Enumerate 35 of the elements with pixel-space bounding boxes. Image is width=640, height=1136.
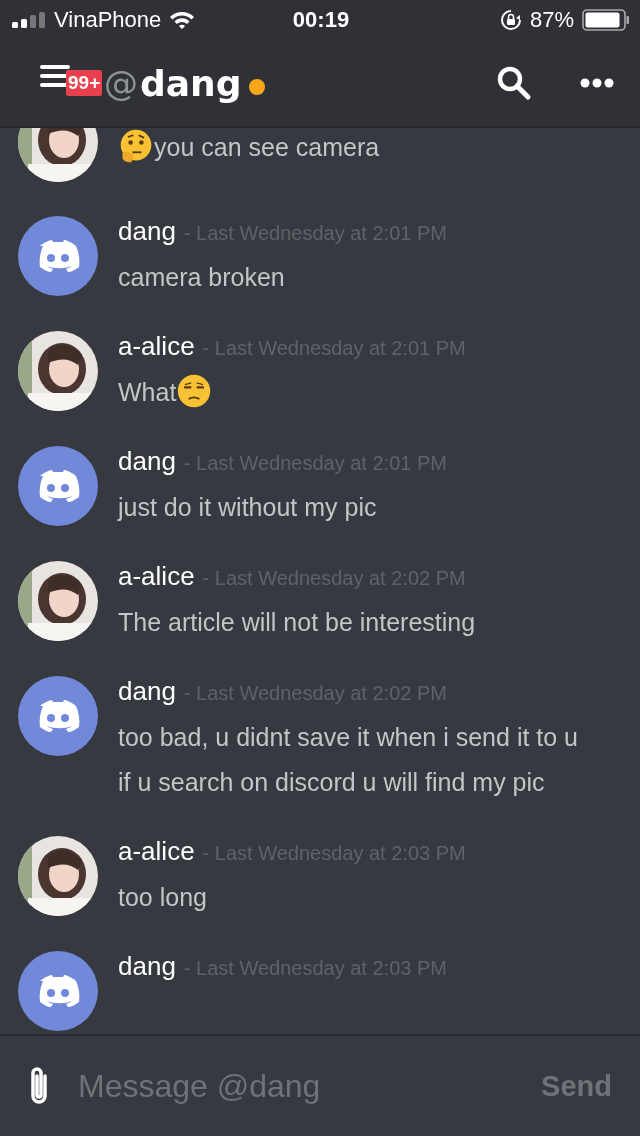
author-name[interactable]: dang xyxy=(118,951,176,982)
author-name[interactable]: dang xyxy=(118,216,176,247)
rotation-lock-icon xyxy=(499,9,522,31)
avatar-icon[interactable] xyxy=(18,446,98,526)
avatar-icon[interactable] xyxy=(18,951,98,1031)
thinking-face-icon xyxy=(118,128,154,164)
at-sign: @ xyxy=(104,63,138,103)
carrier-name: VinaPhone xyxy=(54,7,162,33)
author-name[interactable]: a-alice xyxy=(118,836,195,867)
message-text: too long xyxy=(118,883,207,911)
message-text: just do it without my pic xyxy=(118,493,377,521)
channel-title: dang xyxy=(140,62,242,104)
battery-percent: 87% xyxy=(529,7,574,33)
message-text: The article will not be interesting xyxy=(118,608,476,636)
avatar-icon[interactable] xyxy=(18,676,98,756)
clock: 00:19 xyxy=(292,7,350,33)
author-name[interactable]: dang xyxy=(118,446,176,477)
search-icon[interactable] xyxy=(496,65,532,101)
avatar-icon[interactable] xyxy=(18,216,98,296)
signal-icon xyxy=(12,12,46,28)
message-text: if u search on discord u will find my pic xyxy=(118,768,545,796)
unread-badge: 99+ xyxy=(66,70,103,96)
author-name[interactable]: a-alice xyxy=(118,331,195,362)
menu-icon[interactable] xyxy=(40,64,70,88)
message-text: What xyxy=(118,378,177,406)
wifi-icon xyxy=(169,10,196,30)
more-icon[interactable] xyxy=(580,78,614,88)
message-text: camera broken xyxy=(118,263,285,291)
unamused-face-icon xyxy=(176,373,213,409)
message-input[interactable]: Message @dang xyxy=(78,1067,516,1105)
author-name[interactable]: a-alice xyxy=(118,561,195,592)
battery-icon xyxy=(582,9,630,31)
message-text: too bad, u didnt save it when i send it to u xyxy=(118,723,579,751)
author-name[interactable]: dang xyxy=(118,676,176,707)
message-text: you can see camera xyxy=(154,133,380,161)
